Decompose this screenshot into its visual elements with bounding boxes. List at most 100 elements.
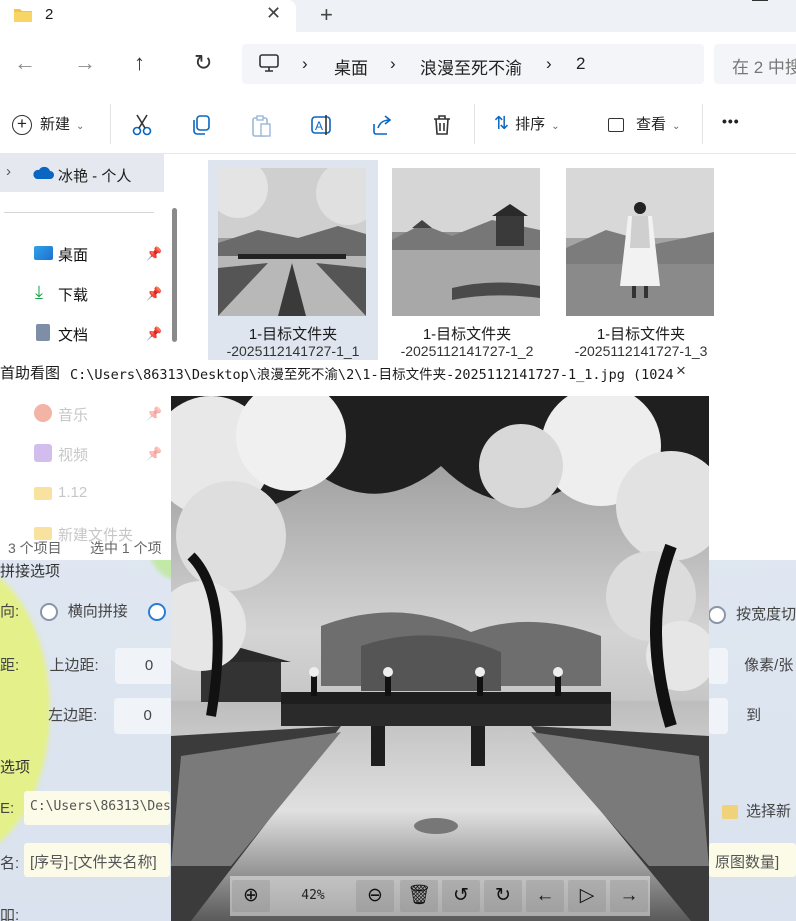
rotate-right-icon[interactable]: ↻ — [484, 880, 522, 912]
refresh-icon[interactable]: ↻ — [194, 50, 212, 76]
output-path-input[interactable]: C:\Users\86313\Desk — [24, 791, 170, 825]
file-name-1: 1-目标文件夹 — [248, 326, 338, 343]
rename-icon[interactable]: A — [310, 114, 334, 136]
title-bar: 2 ✕ + — [0, 0, 796, 32]
pin-icon[interactable]: 📌 — [146, 446, 162, 462]
share-icon[interactable] — [371, 114, 393, 136]
top-margin-row: 距: 上边距: 0 — [0, 648, 175, 684]
nav-divider — [4, 212, 154, 213]
nav-folder-112-label: 1.12 — [58, 484, 88, 501]
breadcrumb-separator-icon: › — [546, 54, 552, 73]
count-pattern-input[interactable]: 原图数量] — [709, 843, 796, 877]
pin-icon[interactable]: 📌 — [146, 406, 162, 422]
tab-close-icon[interactable]: ✕ — [266, 3, 281, 24]
breadcrumb-separator-icon: › — [390, 54, 396, 73]
by-width-option[interactable]: 按宽度切 — [708, 603, 796, 625]
horizontal-radio[interactable] — [39, 603, 58, 622]
zoom-out-icon[interactable]: ⊖ — [356, 880, 394, 912]
viewer-close-icon[interactable]: × — [676, 361, 686, 381]
play-icon[interactable]: ▷ — [568, 880, 606, 912]
count-pattern-value: 原图数量] — [715, 854, 780, 871]
this-pc-icon — [259, 54, 279, 72]
plus-circle-icon: + — [12, 115, 32, 136]
viewer-title-bar: 首助看图 C:\Users\86313\Desktop\浪漫至死不渝\2\1-目… — [0, 353, 700, 391]
vertical-radio[interactable] — [147, 603, 166, 622]
viewer-app-title: 首助看图 — [0, 365, 61, 382]
view-label: 查看 — [636, 116, 667, 133]
delete-icon[interactable] — [431, 114, 453, 136]
left-margin-value: 0 — [143, 707, 152, 724]
toolbar-divider — [474, 104, 475, 144]
file-thumbnail-2 — [392, 168, 540, 316]
download-icon: ⤓ — [35, 282, 43, 302]
previous-arrow-icon[interactable]: ← — [526, 880, 564, 912]
file-item-3[interactable]: 1-目标文件夹 -2025112141727-1_3 — [556, 160, 726, 360]
explorer-tab[interactable]: 2 ✕ — [0, 0, 296, 32]
zoom-in-icon[interactable]: ⊕ — [232, 880, 270, 912]
file-thumbnail-1 — [218, 168, 366, 316]
left-margin-row: 左边距: 0 — [0, 698, 174, 734]
tab-title: 2 — [45, 6, 54, 23]
range-from-input[interactable] — [708, 698, 728, 734]
breadcrumb-desktop[interactable]: 桌面 — [334, 54, 368, 79]
top-margin-input[interactable]: 0 — [114, 648, 175, 684]
nav-documents-label: 文档 — [58, 327, 89, 344]
breadcrumb-folder[interactable]: 浪漫至死不渝 — [420, 54, 522, 79]
name-pattern-input[interactable]: [序号]-[文件夹名称] — [24, 843, 170, 877]
left-margin-input[interactable]: 0 — [113, 698, 174, 734]
name-pattern-value: [序号]-[文件夹名称] — [30, 854, 157, 871]
nav-onedrive-label: 冰艳 - 个人 — [58, 168, 132, 185]
pin-icon[interactable]: 📌 — [146, 326, 162, 342]
selection-count: 选中 1 个项 — [90, 540, 162, 556]
search-input[interactable]: 在 2 中搜 — [714, 44, 796, 84]
copy-icon[interactable] — [190, 114, 212, 136]
name-row-prefix: 名: — [0, 855, 20, 872]
address-bar[interactable]: › 桌面 › 浪漫至死不渝 › 2 — [242, 44, 704, 84]
horizontal-label: 横向拼接 — [67, 603, 128, 620]
pin-icon[interactable]: 📌 — [146, 246, 162, 262]
zoom-level: 42% — [301, 888, 325, 903]
by-width-label: 按宽度切 — [736, 606, 796, 623]
options-header: 拼接选项 — [0, 563, 61, 580]
file-item-1[interactable]: 1-目标文件夹 -2025112141727-1_1 — [208, 160, 378, 360]
cut-icon[interactable] — [131, 113, 153, 137]
chevron-down-icon: ⌄ — [672, 121, 681, 132]
folder-icon — [14, 9, 32, 22]
pin-icon[interactable]: 📌 — [146, 286, 162, 302]
new-label: 新建 — [40, 116, 71, 133]
file-item-2[interactable]: 1-目标文件夹 -2025112141727-1_2 — [382, 160, 552, 360]
more-options-button[interactable]: ••• — [722, 113, 740, 129]
sort-button[interactable]: ⇅ 排序 ⌄ — [494, 113, 560, 134]
file-name-3: 1-目标文件夹 — [596, 326, 686, 343]
to-label: 到 — [746, 706, 762, 724]
paste-icon[interactable] — [250, 114, 272, 138]
nav-scrollbar[interactable] — [172, 208, 177, 342]
breadcrumb-current[interactable]: 2 — [576, 54, 585, 74]
toolbar-divider — [702, 104, 703, 144]
unit-row: 像素/张 — [708, 648, 793, 684]
forward-arrow-icon[interactable]: → — [74, 50, 96, 76]
view-button[interactable]: 查看 ⌄ — [608, 113, 680, 134]
back-arrow-icon[interactable]: ← — [14, 50, 36, 76]
nav-music-label: 音乐 — [58, 407, 89, 424]
item-count: 3 个项目 — [8, 540, 62, 556]
navigation-pane: › 冰艳 - 个人 桌面 📌 ⤓ 下载 📌 文档 📌 音乐 📌 视频 📌 1.1… — [0, 154, 180, 544]
by-width-radio[interactable] — [708, 606, 726, 625]
desktop-icon — [34, 246, 53, 260]
rotate-left-icon[interactable]: ↺ — [442, 880, 480, 912]
nav-item-onedrive[interactable]: › 冰艳 - 个人 — [0, 154, 164, 192]
delete-icon[interactable]: 🗑 — [400, 880, 438, 912]
new-button[interactable]: + 新建 ⌄ — [12, 113, 84, 136]
unit-input[interactable] — [708, 648, 728, 684]
next-arrow-icon[interactable]: → — [610, 880, 648, 912]
nav-videos-label: 视频 — [58, 447, 89, 464]
chevron-right-icon: › — [6, 163, 11, 180]
viewer-image — [171, 396, 709, 921]
sort-icon: ⇅ — [494, 113, 510, 133]
breadcrumb-separator-icon: › — [302, 54, 308, 73]
unit-label: 像素/张 — [744, 656, 794, 674]
minimize-icon[interactable] — [752, 0, 768, 1]
choose-new-button[interactable]: 选择新 — [722, 800, 791, 821]
up-arrow-icon[interactable]: ↑ — [134, 50, 145, 76]
new-tab-icon[interactable]: + — [320, 2, 333, 28]
